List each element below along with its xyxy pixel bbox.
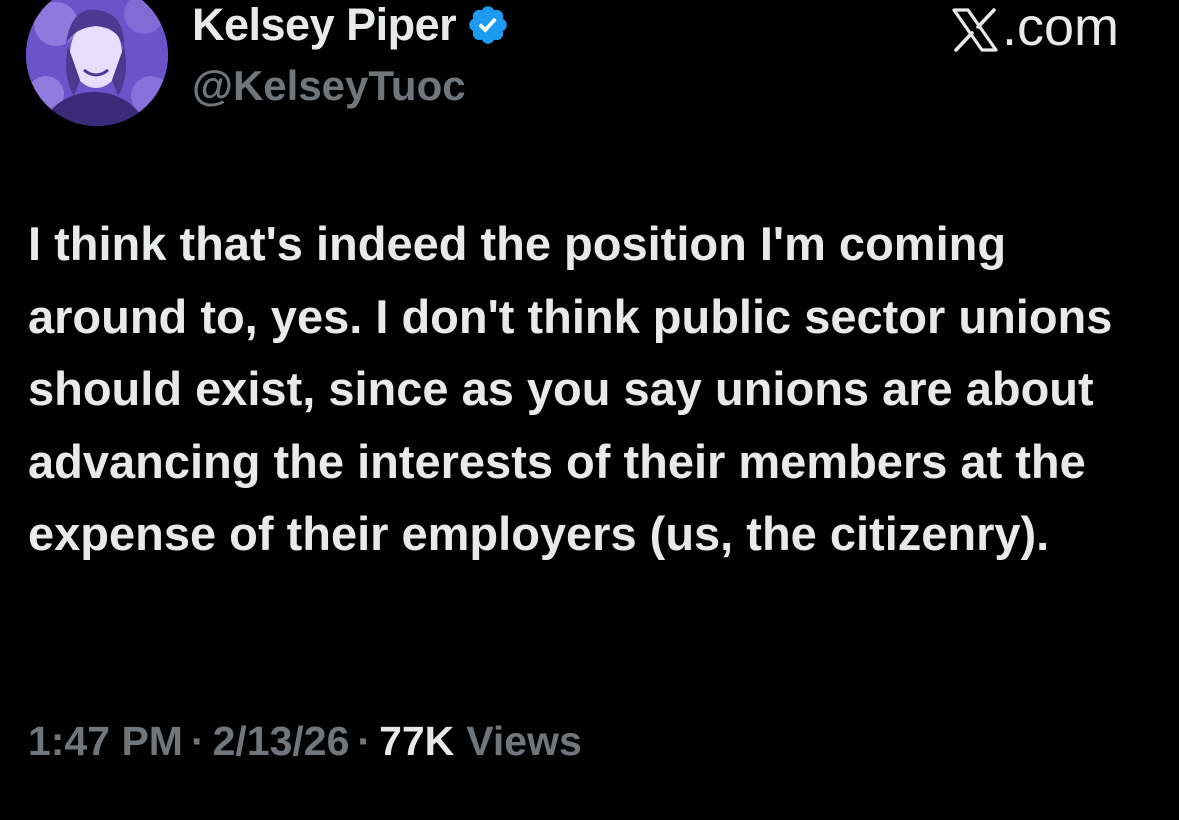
author-name-row: Kelsey Piper <box>192 0 510 52</box>
tweet-metadata: 1:47 PM · 2/13/26 · 77K Views <box>28 718 582 765</box>
author-handle[interactable]: @KelseyTuoc <box>192 62 466 110</box>
brand-domain-label: .com <box>1001 0 1119 57</box>
verified-badge-icon <box>466 3 510 47</box>
views-label: Views <box>466 718 582 764</box>
views-count: 77K <box>379 718 455 764</box>
tweet-card: Kelsey Piper @KelseyTuoc .com I think th… <box>0 0 1179 820</box>
author-display-name[interactable]: Kelsey Piper <box>192 0 457 51</box>
tweet-time[interactable]: 1:47 PM <box>28 718 183 765</box>
tweet-date[interactable]: 2/13/26 <box>213 718 350 765</box>
meta-separator: · <box>190 718 205 764</box>
avatar-photo <box>26 0 168 126</box>
x-com-brand: .com <box>950 0 1119 58</box>
tweet-text: I think that's indeed the position I'm c… <box>28 217 1113 560</box>
author-avatar[interactable] <box>26 0 168 126</box>
meta-separator: · <box>357 718 372 764</box>
x-logo-icon <box>950 4 1000 52</box>
